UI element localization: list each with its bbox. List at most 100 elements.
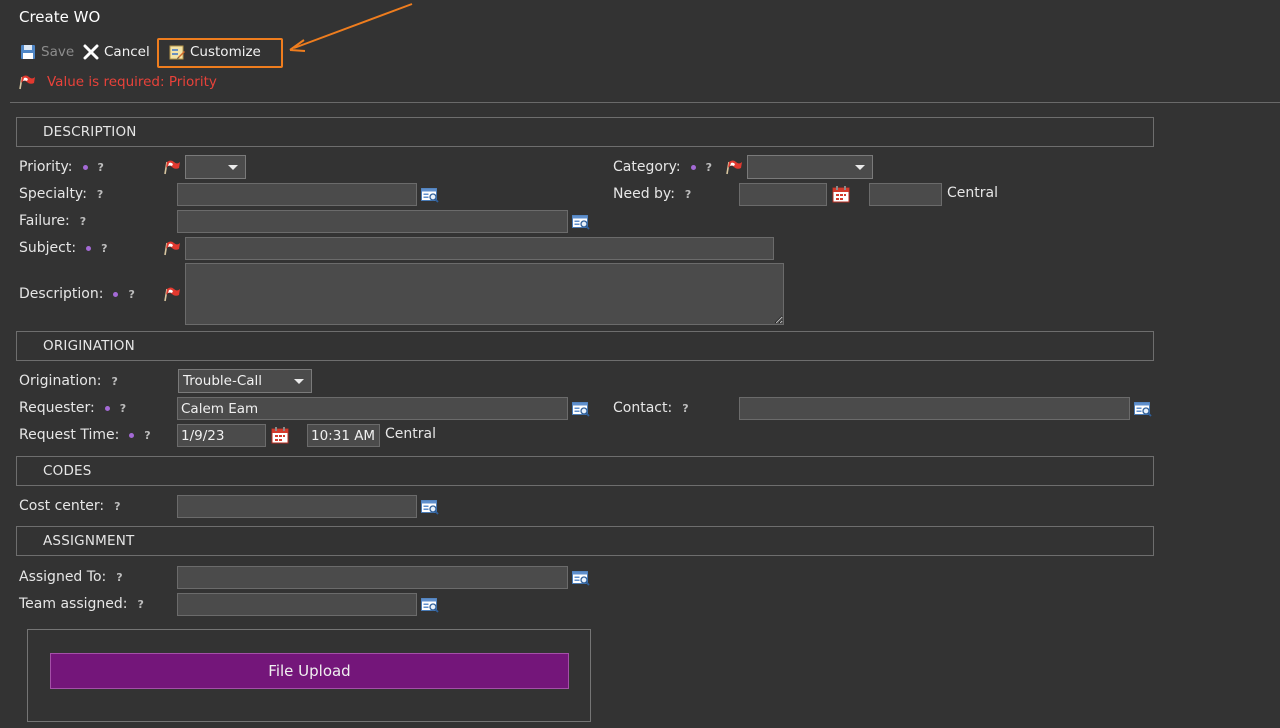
description-label-text: Description:: [19, 286, 104, 302]
description-label: Description: ?: [19, 283, 135, 305]
origination-label: Origination: ?: [19, 370, 118, 392]
save-icon: [21, 45, 35, 59]
calendar-icon[interactable]: [832, 185, 850, 203]
help-icon[interactable]: ?: [706, 161, 712, 174]
assigned-to-input[interactable]: [177, 566, 568, 589]
chevron-down-icon: [855, 165, 865, 170]
help-icon[interactable]: ?: [97, 188, 103, 201]
need-by-label: Need by: ?: [613, 183, 691, 205]
need-by-label-text: Need by:: [613, 186, 675, 202]
priority-label: Priority: ?: [19, 156, 104, 178]
request-date-input[interactable]: [177, 424, 266, 447]
assigned-to-label-text: Assigned To:: [19, 569, 107, 585]
category-label: Category: ?: [613, 156, 712, 178]
required-flag-icon: [19, 74, 37, 90]
help-icon[interactable]: ?: [80, 215, 86, 228]
failure-label: Failure: ?: [19, 210, 86, 232]
requester-input[interactable]: [177, 397, 568, 420]
cancel-icon: [83, 44, 99, 60]
validation-error: Value is required: Priority: [19, 74, 217, 90]
requester-label-text: Requester:: [19, 400, 95, 416]
origination-value: Trouble-Call: [183, 373, 263, 389]
assigned-to-label: Assigned To: ?: [19, 566, 123, 588]
section-codes-title: CODES: [43, 463, 92, 479]
required-dot-icon: [690, 164, 696, 170]
need-by-timezone: Central: [947, 185, 998, 201]
help-icon[interactable]: ?: [114, 500, 120, 513]
section-origination-title: ORIGINATION: [43, 338, 135, 354]
help-icon[interactable]: ?: [98, 161, 104, 174]
requester-label: Requester: ?: [19, 397, 126, 419]
subject-label-text: Subject:: [19, 240, 77, 256]
help-icon[interactable]: ?: [138, 598, 144, 611]
request-time-input[interactable]: [307, 424, 380, 447]
request-timezone: Central: [385, 426, 436, 442]
required-dot-icon: [129, 432, 135, 438]
annotation-arrow: [289, 3, 413, 52]
lookup-icon[interactable]: [572, 214, 590, 230]
section-assignment: ASSIGNMENT: [16, 526, 1154, 556]
lookup-icon[interactable]: [572, 401, 590, 417]
page-title: Create WO: [19, 8, 101, 26]
lookup-icon[interactable]: [421, 597, 439, 613]
subject-input[interactable]: [185, 237, 774, 260]
section-description: DESCRIPTION: [16, 117, 1154, 147]
required-flag-icon: [164, 159, 182, 175]
cost-center-label: Cost center: ?: [19, 495, 120, 517]
origination-label-text: Origination:: [19, 373, 102, 389]
required-flag-icon: [164, 240, 182, 256]
section-codes: CODES: [16, 456, 1154, 486]
contact-label-text: Contact:: [613, 400, 673, 416]
need-by-date-input[interactable]: [739, 183, 827, 206]
category-label-text: Category:: [613, 159, 681, 175]
priority-label-text: Priority:: [19, 159, 73, 175]
specialty-input[interactable]: [177, 183, 417, 206]
help-icon[interactable]: ?: [120, 402, 126, 415]
help-icon[interactable]: ?: [101, 242, 107, 255]
help-icon[interactable]: ?: [111, 375, 117, 388]
divider: [10, 102, 1280, 103]
calendar-icon[interactable]: [271, 426, 289, 444]
help-icon[interactable]: ?: [116, 571, 122, 584]
required-flag-icon: [164, 286, 182, 302]
lookup-icon[interactable]: [421, 187, 439, 203]
priority-select[interactable]: [185, 155, 246, 179]
subject-label: Subject: ?: [19, 237, 107, 259]
contact-label: Contact: ?: [613, 397, 689, 419]
help-icon[interactable]: ?: [144, 429, 150, 442]
team-assigned-input[interactable]: [177, 593, 417, 616]
chevron-down-icon: [228, 165, 238, 170]
help-icon[interactable]: ?: [128, 288, 134, 301]
cost-center-input[interactable]: [177, 495, 417, 518]
error-message: Value is required: Priority: [47, 74, 217, 90]
team-assigned-label-text: Team assigned:: [19, 596, 128, 612]
lookup-icon[interactable]: [572, 570, 590, 586]
required-dot-icon: [82, 164, 88, 170]
request-time-label: Request Time: ?: [19, 424, 151, 446]
section-description-title: DESCRIPTION: [43, 124, 137, 140]
request-time-label-text: Request Time:: [19, 427, 120, 443]
section-origination: ORIGINATION: [16, 331, 1154, 361]
category-select[interactable]: [747, 155, 873, 179]
save-button[interactable]: Save: [20, 41, 74, 63]
failure-label-text: Failure:: [19, 213, 70, 229]
failure-input[interactable]: [177, 210, 568, 233]
lookup-icon[interactable]: [1134, 401, 1152, 417]
origination-select[interactable]: Trouble-Call: [178, 369, 312, 393]
help-icon[interactable]: ?: [682, 402, 688, 415]
required-dot-icon: [86, 245, 92, 251]
cancel-button[interactable]: Cancel: [83, 41, 150, 63]
cancel-label: Cancel: [104, 44, 150, 60]
customize-highlight-box: [157, 38, 283, 68]
cost-center-label-text: Cost center:: [19, 498, 105, 514]
specialty-label: Specialty: ?: [19, 183, 103, 205]
description-textarea[interactable]: [185, 263, 784, 325]
lookup-icon[interactable]: [421, 499, 439, 515]
required-dot-icon: [113, 291, 119, 297]
file-upload-button[interactable]: File Upload: [50, 653, 569, 689]
need-by-time-input[interactable]: [869, 183, 942, 206]
help-icon[interactable]: ?: [685, 188, 691, 201]
contact-input[interactable]: [739, 397, 1130, 420]
specialty-label-text: Specialty:: [19, 186, 87, 202]
team-assigned-label: Team assigned: ?: [19, 593, 144, 615]
